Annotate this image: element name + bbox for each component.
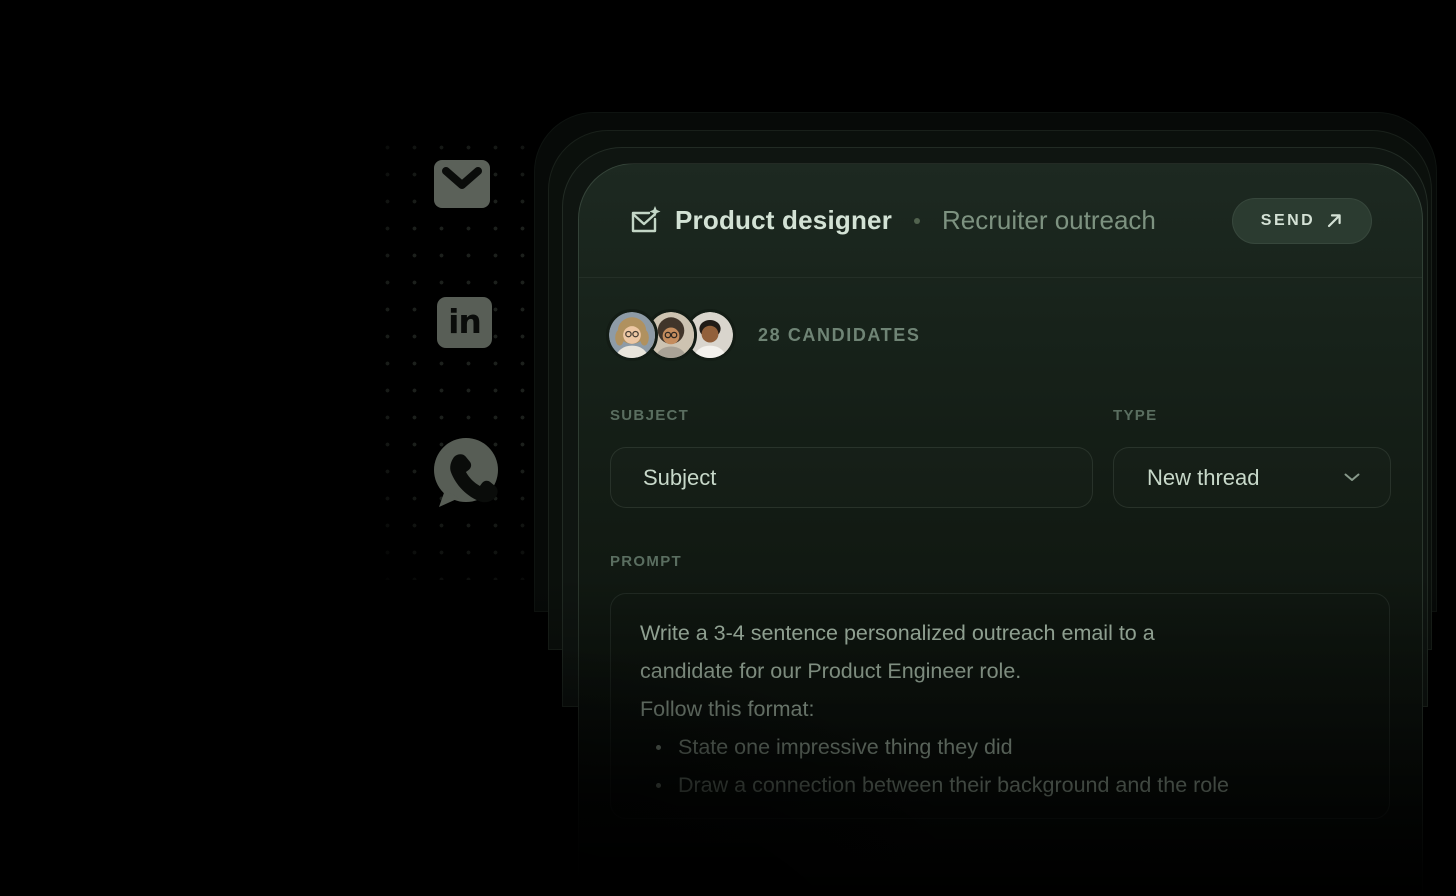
page: in Product designer Recruiter outreach (0, 0, 1456, 896)
prompt-line: Follow this format: (640, 690, 1369, 728)
type-dropdown[interactable]: New thread (1113, 447, 1391, 508)
prompt-line: Write a 3-4 sentence personalized outrea… (640, 614, 1369, 652)
candidates-row: 28 CANDIDATES (606, 309, 921, 361)
compose-card: Product designer Recruiter outreach SEND (578, 163, 1423, 896)
linkedin-icon[interactable]: in (437, 297, 492, 348)
type-label: TYPE (1113, 407, 1157, 424)
compose-email-sparkle-icon (629, 205, 661, 237)
envelope-flap-glyph (442, 167, 482, 193)
linkedin-glyph: in (448, 305, 481, 338)
dot-separator (914, 218, 920, 224)
subject-value: Subject (643, 465, 716, 491)
arrow-up-right-icon (1326, 212, 1343, 229)
prompt-bullet-line: State one impressive thing they did (640, 728, 1369, 766)
send-button[interactable]: SEND (1232, 198, 1372, 244)
type-value: New thread (1147, 465, 1260, 491)
whatsapp-glyph (431, 436, 499, 508)
bullet-dot (656, 783, 661, 788)
prompt-bullet-line: Draw a connection between their backgrou… (640, 766, 1369, 804)
subject-input[interactable]: Subject (610, 447, 1093, 508)
card-title: Product designer (675, 205, 892, 236)
prompt-textarea[interactable]: Write a 3-4 sentence personalized outrea… (610, 593, 1390, 819)
prompt-line: candidate for our Product Engineer role. (640, 652, 1369, 690)
whatsapp-icon[interactable] (431, 436, 499, 508)
bullet-dot (656, 745, 661, 750)
card-header: Product designer Recruiter outreach SEND (579, 164, 1422, 278)
card-subtitle: Recruiter outreach (942, 205, 1156, 236)
send-button-label: SEND (1261, 212, 1315, 230)
email-icon[interactable] (434, 160, 490, 208)
subject-label: SUBJECT (610, 407, 689, 424)
candidates-count-label: 28 CANDIDATES (758, 325, 921, 346)
candidate-avatar-1 (606, 309, 658, 361)
chevron-down-icon (1344, 473, 1360, 482)
prompt-label: PROMPT (610, 553, 682, 570)
